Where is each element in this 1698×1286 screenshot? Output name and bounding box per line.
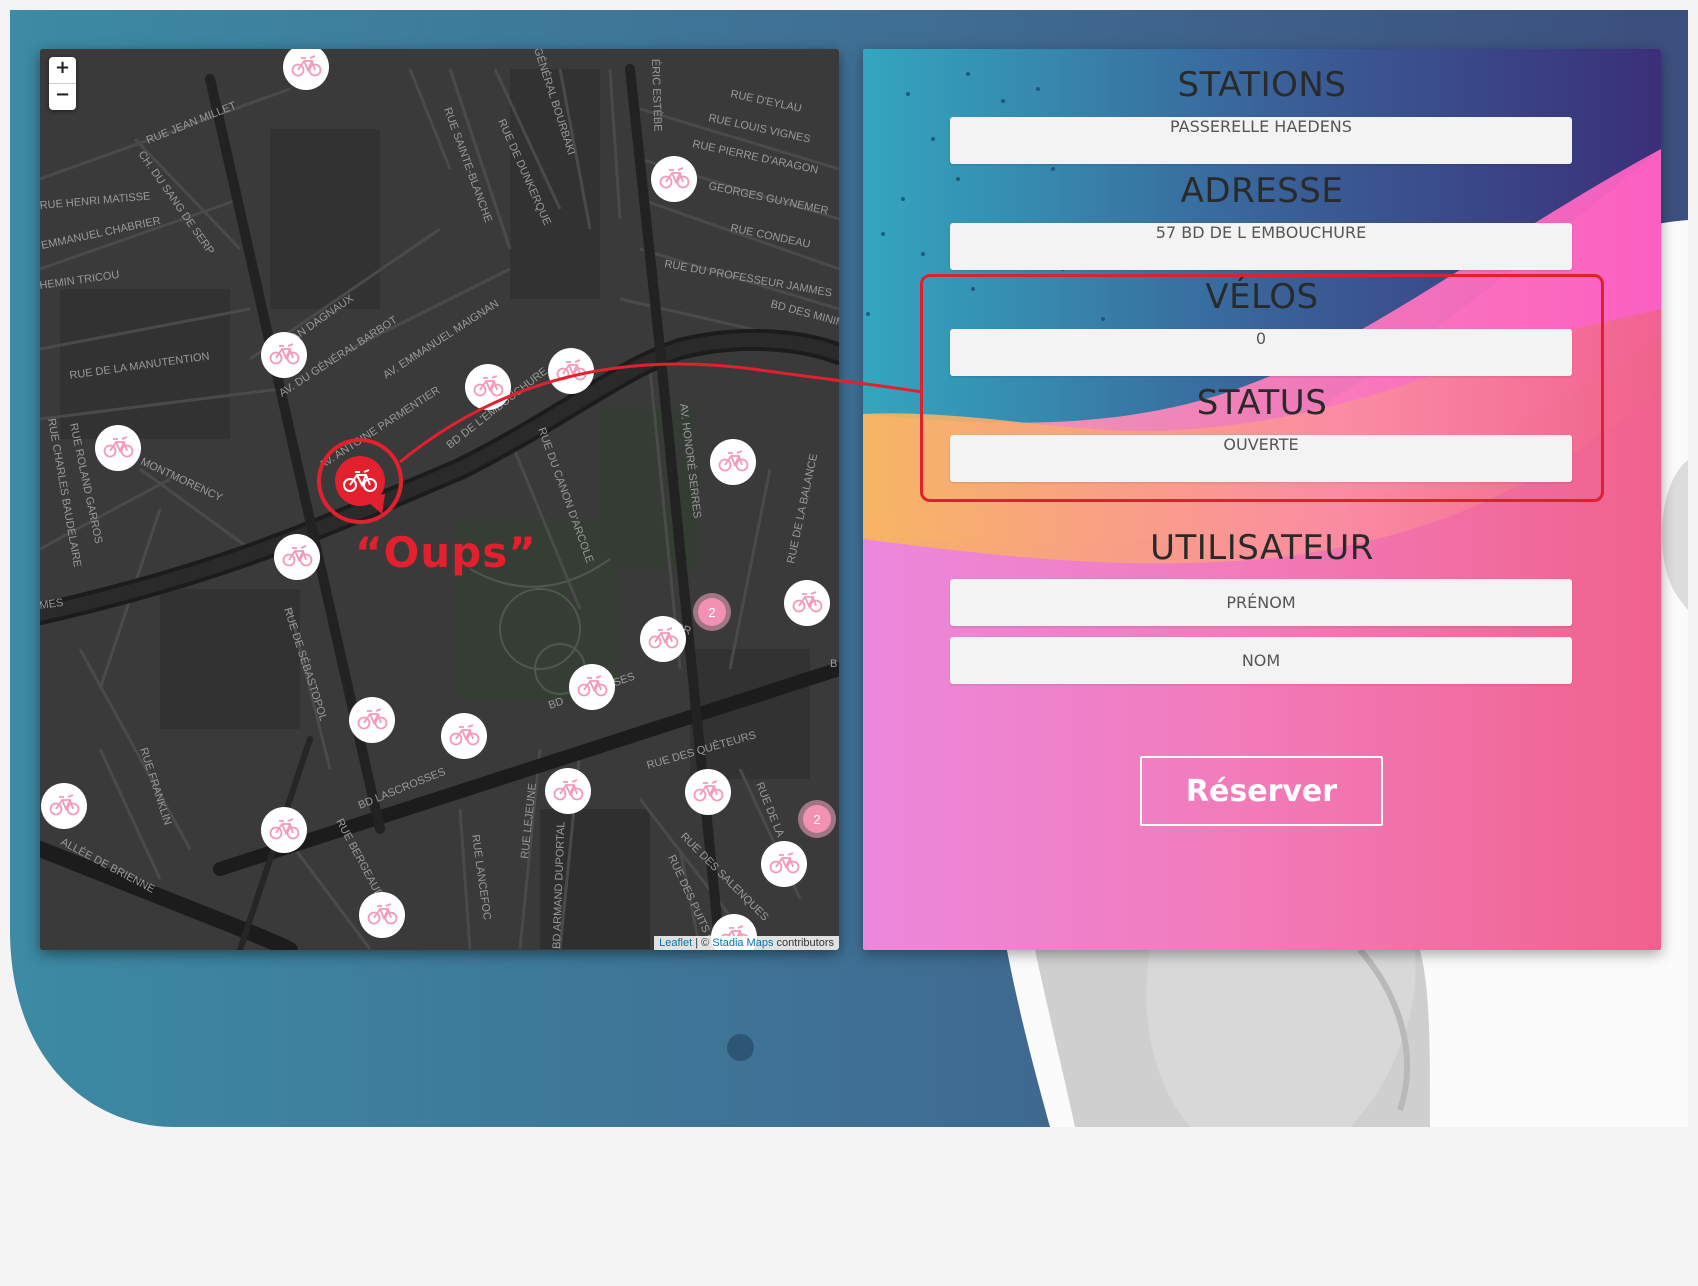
attribution-separator: | ©	[692, 937, 713, 949]
street-label: ÉRIC ESTÈBE	[649, 59, 665, 132]
station-marker[interactable]	[651, 156, 697, 202]
reserve-button[interactable]: Réserver	[1140, 756, 1383, 826]
station-marker[interactable]	[784, 580, 830, 626]
cluster-marker[interactable]: 2	[798, 800, 836, 838]
attribution-suffix: contributors	[773, 937, 834, 949]
station-marker[interactable]	[349, 697, 395, 743]
station-marker[interactable]	[569, 664, 615, 710]
station-label: STATIONS	[1177, 65, 1347, 105]
user-label: UTILISATEUR	[1150, 528, 1374, 568]
highlight-box	[920, 274, 1604, 502]
lastname-input[interactable]	[950, 637, 1572, 684]
station-marker[interactable]	[685, 769, 731, 815]
station-marker[interactable]	[41, 783, 87, 829]
station-marker[interactable]	[545, 768, 591, 814]
station-marker[interactable]	[640, 616, 686, 662]
station-marker[interactable]	[261, 332, 307, 378]
pagination-dot[interactable]	[727, 1034, 754, 1061]
station-marker[interactable]	[95, 425, 141, 471]
station-marker[interactable]	[441, 713, 487, 759]
station-marker[interactable]	[465, 364, 511, 410]
svg-text:2: 2	[813, 812, 820, 827]
svg-text:2: 2	[708, 605, 715, 620]
street-label: B	[830, 658, 837, 670]
station-marker[interactable]	[261, 807, 307, 853]
station-marker[interactable]	[548, 348, 594, 394]
cluster-marker[interactable]: 2	[693, 593, 731, 631]
station-marker[interactable]	[359, 892, 405, 938]
stadia-link[interactable]: Stadia Maps	[712, 937, 773, 949]
station-marker[interactable]	[710, 439, 756, 485]
map-view[interactable]: RUE JEAN MILLET CH. DU SANG DE SERP RUE …	[40, 49, 839, 950]
zoom-control: + −	[49, 57, 76, 110]
address-label: ADRESSE	[1180, 171, 1344, 211]
annotation-text: “Oups”	[355, 528, 537, 577]
zoom-out-button[interactable]: −	[49, 84, 76, 110]
map-attribution: Leaflet | © Stadia Maps contributors	[654, 936, 839, 950]
map-tiles[interactable]: RUE JEAN MILLET CH. DU SANG DE SERP RUE …	[40, 49, 839, 950]
leaflet-link[interactable]: Leaflet	[659, 937, 692, 949]
station-field: PASSERELLE HAEDENS	[950, 117, 1572, 164]
station-marker[interactable]	[274, 534, 320, 580]
address-field: 57 BD DE L EMBOUCHURE	[950, 223, 1572, 270]
zoom-in-button[interactable]: +	[49, 57, 76, 84]
station-marker[interactable]	[761, 841, 807, 887]
firstname-input[interactable]	[950, 579, 1572, 626]
